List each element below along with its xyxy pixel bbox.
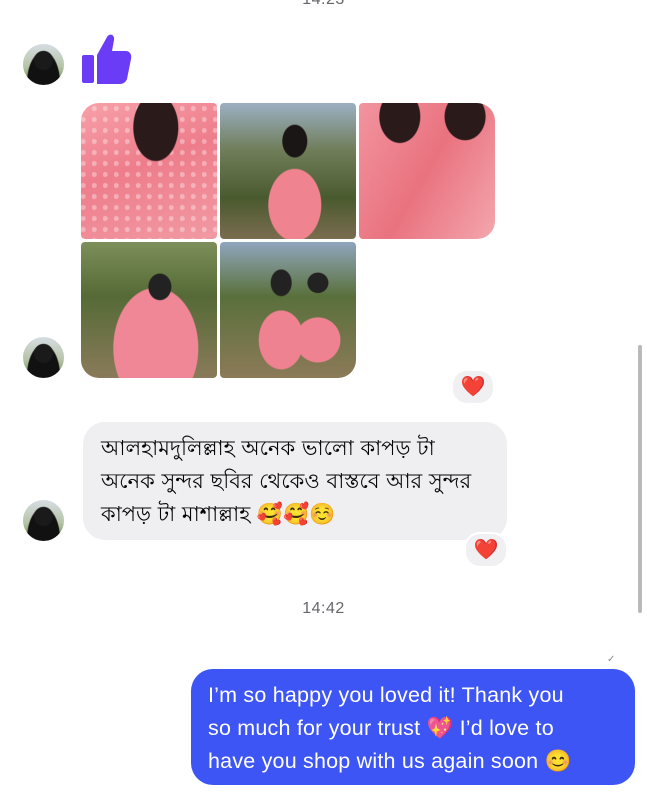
photo-heart-reaction[interactable]: ❤️: [451, 369, 495, 405]
incoming-message-bubble[interactable]: আলহামদুলিল্লাহ অনেক ভালো কাপড় টা অনেক স…: [83, 422, 507, 540]
sent-check-icon: ✓: [607, 654, 616, 665]
heart-icon: ❤️: [473, 539, 499, 561]
photo-gallery: [81, 103, 497, 379]
contact-avatar[interactable]: [23, 500, 64, 541]
scrollbar[interactable]: [638, 345, 642, 613]
contact-avatar[interactable]: [23, 44, 64, 85]
timestamp-top: 14:23: [0, 0, 647, 9]
outgoing-message-bubble[interactable]: I’m so happy you loved it! Thank you so …: [191, 669, 635, 785]
message-line: have you shop with us again soon 😊: [208, 749, 572, 773]
timestamp-mid: 14:42: [302, 600, 345, 617]
message-line: অনেক সুন্দর ছবির থেকেও বাস্তবে আর সুন্দর: [101, 469, 472, 493]
gallery-photo[interactable]: [220, 242, 356, 378]
heart-icon: ❤️: [460, 376, 486, 398]
message-line: আলহামদুলিল্লাহ অনেক ভালো কাপড় টা: [101, 436, 435, 460]
message-line: so much for your trust 💖 I’d love to: [208, 716, 554, 740]
message-heart-reaction[interactable]: ❤️: [464, 532, 508, 568]
message-line: I’m so happy you loved it! Thank you: [208, 683, 564, 707]
gallery-photo[interactable]: [220, 103, 356, 239]
thumbs-up-icon: [82, 34, 132, 84]
gallery-photo[interactable]: [359, 103, 495, 239]
gallery-photo[interactable]: [81, 242, 217, 378]
message-line: কাপড় টা মাশাল্লাহ 🥰🥰☺️: [101, 502, 336, 526]
gallery-photo[interactable]: [81, 103, 217, 239]
contact-avatar[interactable]: [23, 337, 64, 378]
